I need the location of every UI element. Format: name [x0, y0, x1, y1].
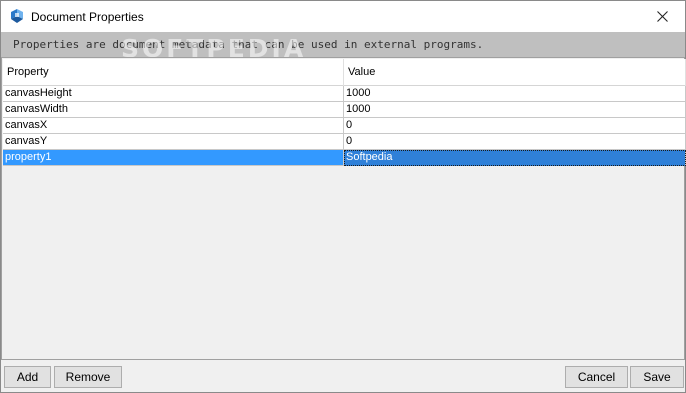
property-cell[interactable]: property1	[3, 150, 344, 166]
title-bar: Document Properties	[1, 1, 685, 32]
property-cell[interactable]: canvasWidth	[3, 102, 344, 118]
property-cell[interactable]: canvasY	[3, 134, 344, 150]
property-cell[interactable]: canvasHeight	[3, 86, 344, 102]
table-header: Property Value	[3, 59, 686, 86]
close-icon	[656, 11, 668, 22]
save-button[interactable]: Save	[630, 366, 684, 388]
remove-button[interactable]: Remove	[54, 366, 122, 388]
value-cell[interactable]: 0	[344, 118, 686, 134]
value-cell[interactable]: 1000	[344, 86, 686, 102]
table-row[interactable]: canvasY 0	[3, 134, 686, 150]
properties-table-panel: Property Value canvasHeight 1000 canvasW…	[1, 57, 686, 360]
table-row-selected[interactable]: property1 Softpedia	[3, 150, 686, 166]
table-row[interactable]: canvasHeight 1000	[3, 86, 686, 102]
close-button[interactable]	[639, 1, 685, 32]
table-row[interactable]: canvasX 0	[3, 118, 686, 134]
add-button[interactable]: Add	[4, 366, 51, 388]
column-header-property[interactable]: Property	[3, 59, 344, 86]
value-cell[interactable]: Softpedia	[344, 150, 686, 166]
value-cell[interactable]: 1000	[344, 102, 686, 118]
cancel-button[interactable]: Cancel	[565, 366, 628, 388]
window-title: Document Properties	[31, 10, 144, 24]
column-header-value[interactable]: Value	[344, 59, 686, 86]
property-cell[interactable]: canvasX	[3, 118, 344, 134]
document-properties-app-icon	[9, 8, 25, 24]
value-cell[interactable]: 0	[344, 134, 686, 150]
properties-table: Property Value canvasHeight 1000 canvasW…	[3, 59, 686, 166]
info-bar: Properties are document metadata that ca…	[1, 32, 685, 57]
table-row[interactable]: canvasWidth 1000	[3, 102, 686, 118]
document-properties-dialog: Document Properties Properties are docum…	[0, 0, 686, 393]
